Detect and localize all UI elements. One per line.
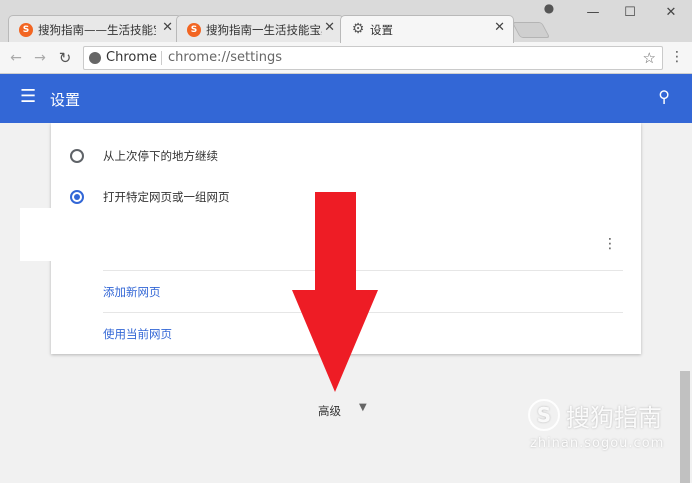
option-label[interactable]: 打开特定网页或一组网页 [103,189,230,205]
use-current-pages-link[interactable]: 使用当前网页 [103,326,172,342]
option-label[interactable]: 从上次停下的地方继续 [103,148,218,164]
close-window-button[interactable]: ✕ [656,2,686,24]
arrow-shape [292,192,378,392]
tab-title: 设置 [370,23,393,37]
tab-strip: S 搜狗指南——生活技能宝 ✕ S 搜狗指南一生活技能宝典 ✕ ⚙ 设置 ✕ ●… [0,0,692,43]
profile-icon[interactable]: ● [540,1,558,19]
tab-settings[interactable]: ⚙ 设置 ✕ [340,15,514,43]
origin-chip: Chrome [106,50,157,65]
advanced-toggle[interactable]: 高级 [318,403,341,419]
reload-icon[interactable]: ↻ [55,48,75,68]
sogou-icon: S [19,23,33,37]
more-actions-icon[interactable]: ⋮ [603,236,617,252]
maximize-button[interactable]: ☐ [615,2,645,24]
hamburger-menu-icon[interactable]: ☰ [20,86,36,107]
page-title: 设置 [50,91,81,109]
radio-continue[interactable] [70,149,84,163]
blank-block [20,208,52,261]
browser-window: S 搜狗指南——生活技能宝 ✕ S 搜狗指南一生活技能宝典 ✕ ⚙ 设置 ✕ ●… [0,0,692,483]
tab-close-icon[interactable]: ✕ [324,20,335,35]
watermark: S 搜狗指南 zhinan.sogou.com [528,398,668,458]
tab-title: 搜狗指南——生活技能宝 [38,23,156,37]
scrollbar[interactable] [680,371,690,483]
sogou-logo-icon: S [528,399,560,431]
divider [161,51,162,65]
settings-header: ☰ 设置 ⚲ [0,74,692,123]
gear-icon: ⚙ [351,21,365,37]
url-text[interactable]: chrome://settings [168,47,282,69]
tab-close-icon[interactable]: ✕ [162,20,173,35]
tab-1[interactable]: S 搜狗指南——生活技能宝 ✕ [8,15,182,42]
radio-open-pages[interactable] [70,190,84,204]
forward-icon[interactable]: → [30,48,50,68]
red-arrow-annotation [292,192,378,392]
back-icon[interactable]: ← [6,48,26,68]
watermark-brand: 搜狗指南 [566,404,662,432]
toolbar: ← → ↻ Chrome chrome://settings ☆ ⋮ [0,42,692,74]
tab-2[interactable]: S 搜狗指南一生活技能宝典 ✕ [176,15,344,42]
add-page-link[interactable]: 添加新网页 [103,284,161,300]
bookmark-star-icon[interactable]: ☆ [643,47,656,69]
omnibox[interactable]: Chrome chrome://settings ☆ [83,46,663,70]
sogou-icon: S [187,23,201,37]
chrome-icon [89,52,101,64]
search-icon[interactable]: ⚲ [658,87,670,106]
caret-down-icon[interactable]: ▼ [359,402,367,413]
new-tab-button[interactable] [511,22,551,38]
tab-close-icon[interactable]: ✕ [494,20,505,35]
minimize-button[interactable]: — [578,2,608,24]
watermark-site: zhinan.sogou.com [530,436,665,451]
tab-title: 搜狗指南一生活技能宝典 [206,23,322,37]
chrome-menu-icon[interactable]: ⋮ [670,49,684,65]
